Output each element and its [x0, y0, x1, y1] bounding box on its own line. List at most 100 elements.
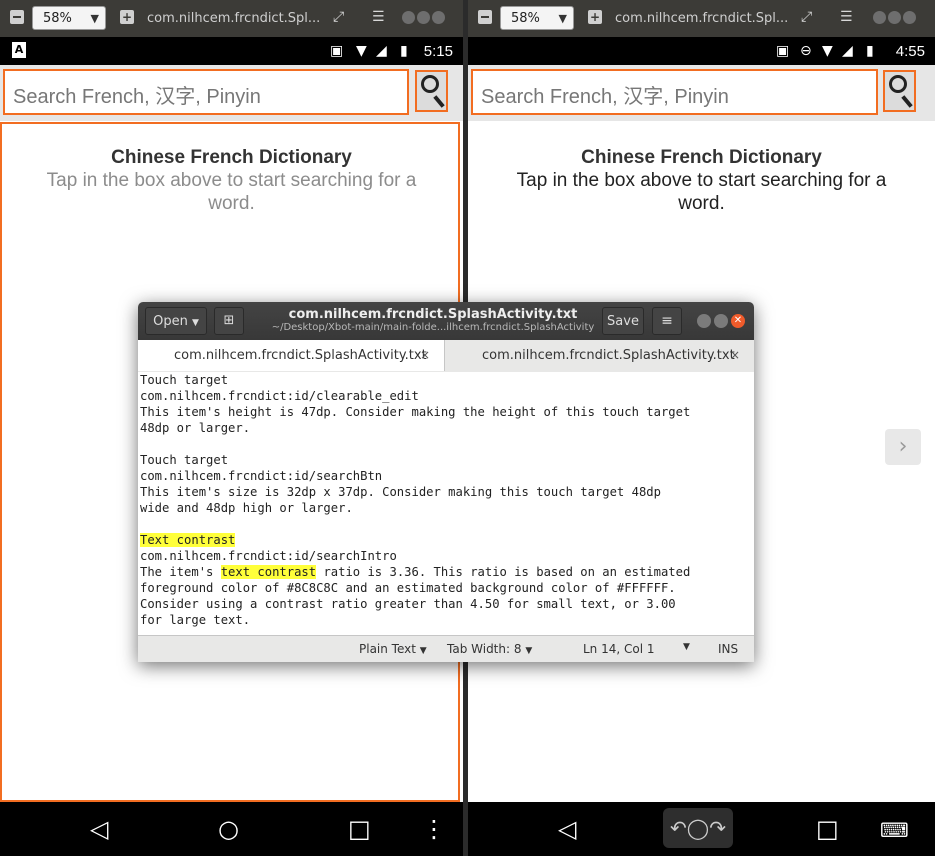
- search-intro-text: Tap in the box above to start searching …: [516, 170, 887, 214]
- wifi-icon: ▼: [356, 43, 367, 59]
- menu-icon[interactable]: ☰: [840, 9, 853, 25]
- editor-line: wide and 48dp high or larger.: [140, 500, 754, 516]
- back-icon[interactable]: ◁: [558, 815, 576, 843]
- signal-icon: ◢: [376, 43, 387, 59]
- recents-icon[interactable]: □: [348, 815, 371, 843]
- left-zoom-select[interactable]: 58% ▼: [32, 6, 106, 30]
- close-window-icon[interactable]: [903, 11, 916, 24]
- maximize-window-icon[interactable]: [714, 314, 728, 328]
- line-text: com.nilhcem.frcndict:id/searchBtn: [140, 469, 383, 483]
- line-text: 48dp or larger.: [140, 421, 251, 435]
- chevron-down-icon: ▼: [419, 646, 427, 656]
- line-text: for large text.: [140, 613, 251, 627]
- zoom-value: 58%: [43, 11, 72, 26]
- search-input[interactable]: Search French, 汉字, Pinyin: [3, 69, 409, 115]
- right-viewer-toolbar: 58% ▼ + com.nilhcem.frcndict.Spl... ⤢ ☰: [468, 0, 935, 37]
- text-editor-window: Open ▼ ⊞ com.nilhcem.frcndict.SplashActi…: [138, 302, 754, 662]
- expand-icon[interactable]: ⤢: [333, 9, 344, 25]
- hamburger-menu-icon[interactable]: ≡: [652, 307, 682, 335]
- line-text: com.nilhcem.frcndict:id/clearable_edit: [140, 389, 419, 403]
- minimize-icon[interactable]: [10, 10, 24, 24]
- left-viewer-toolbar: 58% ▼ + com.nilhcem.frcndict.Spl... ⤢ ☰: [0, 0, 463, 37]
- add-icon[interactable]: +: [588, 10, 602, 24]
- line-text: foreground color of #8C8C8C and an estim…: [140, 581, 676, 595]
- chevron-down-icon: ▼: [525, 646, 533, 656]
- close-tab-icon[interactable]: ×: [420, 340, 430, 371]
- editor-tab-1[interactable]: com.nilhcem.frcndict.SplashActivity.txt ×: [138, 340, 445, 371]
- search-button[interactable]: [415, 70, 448, 112]
- tab-label: com.nilhcem.frcndict.SplashActivity.txt: [482, 348, 735, 363]
- cast-icon: ▣: [330, 43, 344, 59]
- recents-icon[interactable]: □: [816, 815, 839, 843]
- left-nav-bar: ◁ ○ □ ⋮: [0, 802, 463, 856]
- chevron-down-icon: ▼: [90, 12, 99, 25]
- tab-width-label: Tab Width: 8: [447, 642, 522, 656]
- editor-line: foreground color of #8C8C8C and an estim…: [140, 580, 754, 596]
- right-zoom-select[interactable]: 58% ▼: [500, 6, 574, 30]
- tab-width-select[interactable]: Tab Width: 8 ▼: [447, 642, 532, 656]
- editor-text-area[interactable]: Touch target com.nilhcem.frcndict:id/clea…: [138, 372, 754, 636]
- rotate-icon[interactable]: ↶◯↷: [663, 808, 733, 848]
- editor-line: The item's text contrast ratio is 3.36. …: [140, 564, 754, 580]
- do-not-disturb-icon: ⊖: [800, 43, 812, 59]
- editor-line: Consider using a contrast ratio greater …: [140, 596, 754, 612]
- left-status-bar: A ▣ ▼ ◢ ▮ 5:15: [0, 37, 463, 65]
- open-button[interactable]: Open ▼: [145, 307, 207, 335]
- save-button[interactable]: Save: [602, 307, 644, 335]
- close-icon[interactable]: ✕: [731, 314, 745, 328]
- cursor-position: Ln 14, Col 1: [583, 642, 655, 656]
- editor-line: This item's size is 32dp x 37dp. Conside…: [140, 484, 754, 500]
- minimize-window-icon[interactable]: [873, 11, 886, 24]
- search-highlight: Text contrast: [140, 533, 236, 547]
- cast-icon: ▣: [776, 43, 790, 59]
- search-highlight: text contrast: [220, 565, 317, 579]
- maximize-window-icon[interactable]: [417, 11, 430, 24]
- menu-icon[interactable]: ☰: [372, 9, 385, 25]
- chevron-down-icon[interactable]: ▼: [683, 642, 690, 652]
- editor-line: Text contrast: [140, 532, 754, 548]
- minimize-window-icon[interactable]: [697, 314, 711, 328]
- right-nav-bar: ◁ ↶◯↷ □ ⌨: [468, 802, 935, 856]
- search-bar: Search French, 汉字, Pinyin: [468, 65, 935, 121]
- add-icon[interactable]: +: [120, 10, 134, 24]
- home-icon[interactable]: ○: [218, 815, 239, 843]
- syntax-select[interactable]: Plain Text ▼: [359, 642, 427, 656]
- battery-icon: ▮: [400, 43, 408, 59]
- battery-icon: ▮: [866, 43, 874, 59]
- search-button[interactable]: [883, 70, 916, 112]
- editor-title: com.nilhcem.frcndict.SplashActivity.txt: [288, 307, 578, 322]
- minimize-icon[interactable]: [478, 10, 492, 24]
- wifi-icon: ▼: [822, 43, 833, 59]
- editor-status-bar: Plain Text ▼ Tab Width: 8 ▼ Ln 14, Col 1…: [138, 635, 754, 662]
- line-text: The item's: [140, 565, 221, 579]
- close-window-icon[interactable]: [432, 11, 445, 24]
- search-intro-text: Tap in the box above to start searching …: [46, 170, 417, 214]
- keyboard-icon[interactable]: ⌨: [880, 818, 909, 842]
- search-input[interactable]: Search French, 汉字, Pinyin: [471, 69, 878, 115]
- maximize-window-icon[interactable]: [888, 11, 901, 24]
- editor-line: com.nilhcem.frcndict:id/clearable_edit: [140, 388, 754, 404]
- editor-line: This item's height is 47dp. Consider mak…: [140, 404, 754, 420]
- right-viewer-title: com.nilhcem.frcndict.Spl...: [615, 11, 789, 26]
- back-icon[interactable]: ◁: [90, 815, 108, 843]
- more-icon[interactable]: ⋮: [422, 815, 446, 843]
- search-bar: Search French, 汉字, Pinyin: [0, 65, 463, 121]
- editor-line: Touch target: [140, 452, 754, 468]
- left-viewer-title: com.nilhcem.frcndict.Spl...: [147, 11, 321, 26]
- close-tab-icon[interactable]: ×: [730, 340, 740, 371]
- line-text: This item's size is 32dp x 37dp. Conside…: [140, 485, 661, 499]
- new-tab-icon[interactable]: ⊞: [214, 307, 244, 335]
- line-text: ratio is 3.36. This ratio is based on an…: [316, 565, 691, 579]
- chevron-right-icon[interactable]: ›: [885, 429, 921, 465]
- line-text: wide and 48dp high or larger.: [140, 501, 353, 515]
- minimize-window-icon[interactable]: [402, 11, 415, 24]
- clock: 4:55: [895, 43, 925, 60]
- zoom-value: 58%: [511, 11, 540, 26]
- expand-icon[interactable]: ⤢: [801, 9, 812, 25]
- line-text: Touch target: [140, 373, 229, 387]
- window-controls: [400, 11, 445, 28]
- chevron-down-icon: ▼: [558, 12, 567, 25]
- editor-tab-2[interactable]: com.nilhcem.frcndict.SplashActivity.txt ×: [446, 340, 754, 371]
- search-icon: [421, 75, 439, 93]
- right-status-bar: ▣ ⊖ ▼ ◢ ▮ 4:55: [468, 37, 935, 65]
